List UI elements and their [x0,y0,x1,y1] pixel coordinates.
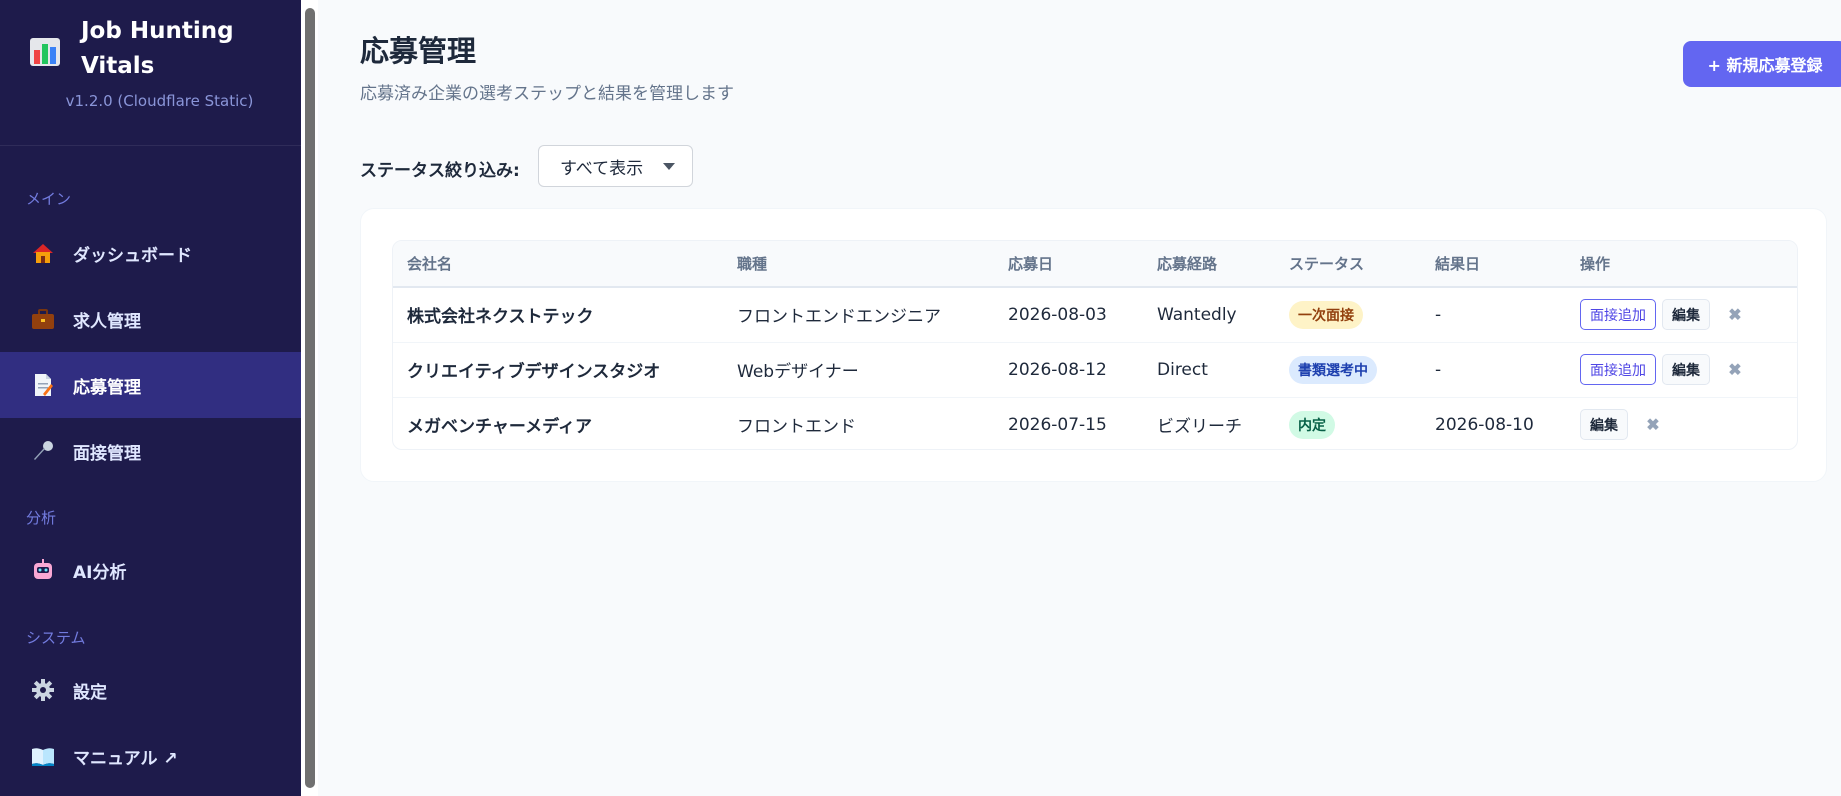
column-header-status: ステータス [1289,255,1365,273]
scrollbar-thumb[interactable] [305,8,315,788]
sidebar-item-label: 面接管理 [73,443,141,464]
column-header-result-date: 結果日 [1435,255,1481,273]
cell-company: クリエイティブデザインスタジオ [407,362,661,382]
chevron-down-icon [663,163,675,170]
document-icon [30,372,56,398]
cell-company: メガベンチャーメディア [407,417,592,438]
edit-button[interactable]: 編集 [1662,354,1710,385]
cell-applied-date: 2026-08-03 [1008,304,1107,325]
cell-route: ビズリーチ [1157,417,1242,438]
nav-section-system: システム [26,629,86,647]
sidebar-scrollbar[interactable] [301,0,318,796]
sidebar-item-label: 応募管理 [73,377,141,398]
cell-applied-date: 2026-07-15 [1008,414,1107,435]
cell-status: 一次面接 [1275,287,1421,342]
table-row: 株式会社ネクストテック フロントエンドエンジニア 2026-08-03 Want… [393,287,1797,342]
row-actions: 面接追加 編集 ✖ [1580,354,1797,385]
delete-button[interactable]: ✖ [1722,302,1748,328]
sidebar-item-settings[interactable]: 設定 [0,657,301,723]
cell-actions: 面接追加 編集 ✖ [1566,342,1797,397]
sidebar-item-dashboard[interactable]: ダッシュボード [0,220,301,286]
status-filter-select[interactable]: すべて表示 [538,145,693,187]
column-header-role: 職種 [737,255,768,273]
add-interview-button[interactable]: 面接追加 [1580,299,1656,331]
cell-role: フロントエンドエンジニア [737,307,941,328]
applications-card: 会社名 職種 応募日 応募経路 ステータス 結果日 操作 株式会社ネクストテック [360,208,1827,482]
gear-icon [30,677,56,703]
cell-route: Direct [1157,359,1208,380]
app-root: Job Hunting Vitals v1.2.0 (Cloudflare St… [0,0,1841,796]
table-header: 会社名 職種 応募日 応募経路 ステータス 結果日 操作 [393,241,1797,287]
cell-applied-date: 2026-08-12 [1008,359,1107,380]
robot-icon [30,557,56,583]
cell-status: 内定 [1275,397,1421,449]
nav-section-main: メイン [26,190,72,208]
cell-actions: 編集 ✖ [1566,397,1797,449]
sidebar: Job Hunting Vitals v1.2.0 (Cloudflare St… [0,0,301,796]
sidebar-item-jobs[interactable]: 求人管理 [0,286,301,352]
cell-route: Wantedly [1157,304,1237,325]
sidebar-item-ai-analysis[interactable]: AI分析 [0,537,301,603]
table-row: メガベンチャーメディア フロントエンド 2026-07-15 ビズリーチ 内定 … [393,397,1797,449]
page-subtitle: 応募済み企業の選考ステップと結果を管理します [360,84,734,104]
book-icon [30,743,56,769]
applications-table-wrapper: 会社名 職種 応募日 応募経路 ステータス 結果日 操作 株式会社ネクストテック [392,240,1798,450]
sidebar-item-label: 求人管理 [73,311,141,332]
table-body: 株式会社ネクストテック フロントエンドエンジニア 2026-08-03 Want… [393,287,1797,449]
cell-role: Webデザイナー [737,362,859,382]
delete-button[interactable]: ✖ [1640,412,1666,438]
sidebar-item-label: AI分析 [73,562,127,583]
brand-version: v1.2.0 (Cloudflare Static) [65,92,254,110]
status-filter-label: ステータス絞り込み: [360,161,520,181]
edit-button[interactable]: 編集 [1662,299,1710,331]
nav-section-analysis: 分析 [26,509,57,527]
row-actions: 編集 ✖ [1580,409,1797,441]
cell-result-date: - [1435,304,1442,325]
new-application-button[interactable]: + 新規応募登録 [1683,41,1841,87]
brand: Job Hunting Vitals v1.2.0 (Cloudflare St… [0,0,301,146]
sidebar-item-label: 設定 [73,682,107,703]
microphone-icon [30,438,56,464]
column-header-applied-date: 応募日 [1008,255,1054,273]
column-header-actions: 操作 [1580,255,1611,273]
cell-company: 株式会社ネクストテック [407,307,594,328]
house-icon [30,240,56,266]
cell-role: フロントエンド [737,417,856,438]
add-interview-button[interactable]: 面接追加 [1580,354,1656,385]
status-badge: 一次面接 [1289,300,1363,329]
row-actions: 面接追加 編集 ✖ [1580,299,1797,331]
column-header-route: 応募経路 [1157,255,1218,273]
main-content: 応募管理 応募済み企業の選考ステップと結果を管理します + 新規応募登録 ステー… [318,0,1841,796]
brand-title: Job Hunting Vitals [81,18,234,79]
cell-status: 書類選考中 [1275,342,1421,397]
chart-logo-icon [30,38,60,66]
page-title: 応募管理 [360,34,477,68]
cell-actions: 面接追加 編集 ✖ [1566,287,1797,342]
sidebar-item-interviews[interactable]: 面接管理 [0,418,301,484]
sidebar-item-manual[interactable]: マニュアル ↗ [0,723,301,789]
delete-button[interactable]: ✖ [1722,357,1748,383]
status-badge: 書類選考中 [1289,355,1377,384]
cell-result-date: 2026-08-10 [1435,414,1534,435]
sidebar-item-label: ダッシュボード [73,245,192,266]
column-header-company: 会社名 [407,255,453,273]
cell-result-date: - [1435,359,1442,380]
edit-button[interactable]: 編集 [1580,409,1628,441]
sidebar-item-applications[interactable]: 応募管理 [0,352,301,418]
status-filter-value: すべて表示 [560,158,644,179]
briefcase-icon [30,306,56,332]
table-header-row: 会社名 職種 応募日 応募経路 ステータス 結果日 操作 [393,241,1797,287]
table-row: クリエイティブデザインスタジオ Webデザイナー 2026-08-12 Dire… [393,342,1797,397]
applications-table: 会社名 職種 応募日 応募経路 ステータス 結果日 操作 株式会社ネクストテック [393,241,1797,449]
status-badge: 内定 [1289,410,1335,439]
sidebar-item-label: マニュアル ↗ [73,748,178,769]
